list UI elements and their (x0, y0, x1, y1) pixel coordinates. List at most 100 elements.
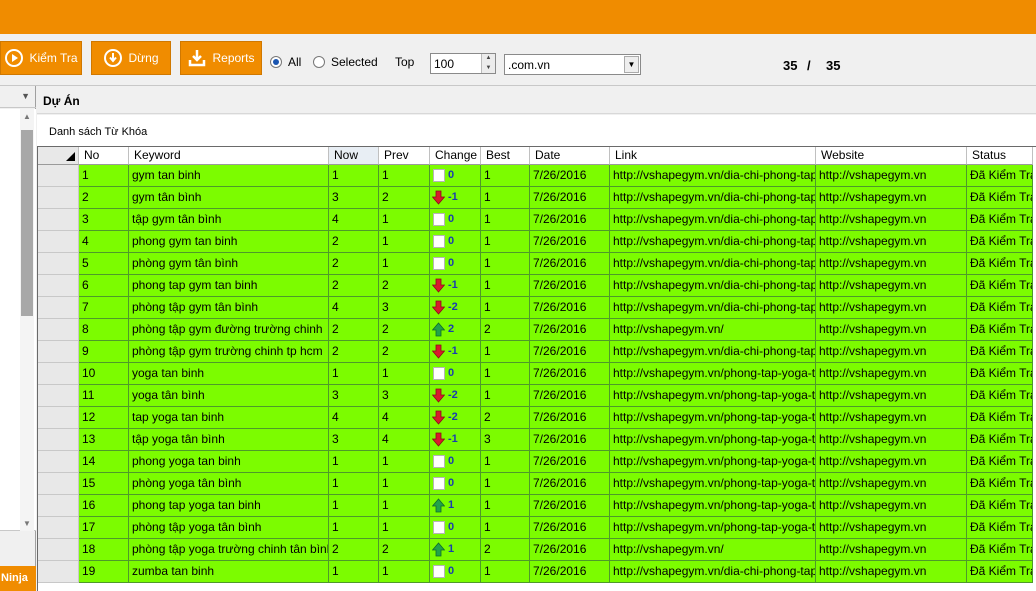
row-selector[interactable] (38, 473, 79, 495)
scroll-up-icon[interactable]: ▲ (20, 112, 34, 121)
table-row[interactable]: 5 phòng gym tân bình 2 1 0 1 7/26/2016 http://v… (38, 253, 1036, 275)
cell-keyword: phòng tập yoga tân bình (129, 517, 329, 539)
scroll-down-icon[interactable]: ▼ (20, 519, 34, 528)
column-header-prev[interactable]: Prev (379, 147, 430, 165)
table-row[interactable]: 4 phong gym tan binh 2 1 0 1 7/26/2016 http://v… (38, 231, 1036, 253)
cell-no: 4 (79, 231, 129, 253)
row-selector[interactable] (38, 253, 79, 275)
row-selector[interactable] (38, 231, 79, 253)
cell-best: 1 (481, 253, 530, 275)
column-header-keyword[interactable]: Keyword (129, 147, 329, 165)
table-row[interactable]: 8 phòng tập gym đường trường chinh 2 2 2 2 7/2… (38, 319, 1036, 341)
column-header-website[interactable]: Website (816, 147, 967, 165)
table-row[interactable]: 9 phòng tập gym trường chinh tp hcm 2 2 -1 1 7… (38, 341, 1036, 363)
dung-button[interactable]: Dừng (91, 41, 171, 75)
cell-change: 0 (430, 473, 481, 495)
change-value: 2 (448, 323, 455, 335)
counter-current: 35 (783, 58, 798, 73)
scrollbar-thumb[interactable] (21, 130, 33, 316)
column-header-status[interactable]: Status (967, 147, 1033, 165)
table-row[interactable]: 18 phòng tập yoga trường chinh tân bình 2 2… (38, 539, 1036, 561)
row-selector[interactable] (38, 165, 79, 187)
row-selector[interactable] (38, 429, 79, 451)
row-selector[interactable] (38, 495, 79, 517)
row-selector[interactable] (38, 363, 79, 385)
table-row[interactable]: 6 phong tap gym tan binh 2 2 -1 1 7/26/2016 htt… (38, 275, 1036, 297)
change-value: 0 (448, 213, 455, 225)
row-selector[interactable] (38, 451, 79, 473)
row-selector[interactable] (38, 517, 79, 539)
table-row[interactable]: 10 yoga tan binh 1 1 0 1 7/26/2016 http://vshap… (38, 363, 1036, 385)
row-selector[interactable] (38, 385, 79, 407)
cell-now: 2 (329, 539, 379, 561)
stepper-arrows[interactable]: ▲ ▼ (481, 54, 495, 73)
radio-all-dot[interactable] (270, 56, 282, 68)
cell-no: 6 (79, 275, 129, 297)
reports-label: Reports (212, 51, 255, 65)
row-selector[interactable] (38, 561, 79, 583)
keyword-grid[interactable]: No Keyword Now Prev Change Best Date Link Websit… (37, 146, 1036, 591)
table-row[interactable]: 11 yoga tân bình 3 3 -2 1 7/26/2016 http://vsha… (38, 385, 1036, 407)
table-row[interactable]: 14 phong yoga tan binh 1 1 0 1 7/26/2016 http:/… (38, 451, 1036, 473)
chevron-down-icon[interactable]: ▼ (624, 56, 639, 73)
row-selector[interactable] (38, 187, 79, 209)
kiem-tra-button[interactable]: Kiểm Tra (0, 41, 82, 75)
column-header-link[interactable]: Link (610, 147, 816, 165)
table-row[interactable]: 2 gym tân bình 3 2 -1 1 7/26/2016 http://vshape… (38, 187, 1036, 209)
row-selector[interactable] (38, 209, 79, 231)
table-row[interactable]: 13 tập yoga tân bình 3 4 -1 3 7/26/2016 http://… (38, 429, 1036, 451)
row-selector[interactable] (38, 319, 79, 341)
cell-link: http://vshapegym.vn/dia-chi-phong-tap-..… (610, 275, 816, 297)
table-row[interactable]: 19 zumba tan binh 1 1 0 1 7/26/2016 http://vsha… (38, 561, 1036, 583)
select-all-cell[interactable] (38, 147, 79, 165)
column-header-change[interactable]: Change (430, 147, 481, 165)
table-row[interactable]: 7 phòng tập gym tân bình 4 3 -2 1 7/26/2016 htt… (38, 297, 1036, 319)
cell-keyword: phòng tập yoga trường chinh tân bình (129, 539, 329, 561)
table-row[interactable]: 15 phòng yoga tân bình 1 1 0 1 7/26/2016 http:/… (38, 473, 1036, 495)
radio-all[interactable]: All (270, 55, 301, 69)
column-header-now[interactable]: Now (329, 147, 379, 165)
left-panel-header[interactable]: ▼ (0, 86, 36, 108)
cell-best: 1 (481, 297, 530, 319)
project-list-scrollbar[interactable]: ▲ ▼ (20, 109, 34, 531)
arrow-down-icon (432, 278, 445, 293)
top-input[interactable] (431, 54, 481, 73)
chevron-down-icon[interactable]: ▼ (21, 91, 30, 101)
column-header-best[interactable]: Best (481, 147, 530, 165)
blank-box (432, 257, 445, 270)
radio-selected-dot[interactable] (313, 56, 325, 68)
cell-status: Đã Kiểm Tra (967, 407, 1033, 429)
column-header-date[interactable]: Date (530, 147, 610, 165)
cell-website: http://vshapegym.vn (816, 253, 967, 275)
row-selector[interactable] (38, 275, 79, 297)
column-header-no[interactable]: No (79, 147, 129, 165)
cell-best: 2 (481, 539, 530, 561)
cell-no: 13 (79, 429, 129, 451)
cell-status: Đã Kiểm Tra (967, 231, 1033, 253)
cell-website: http://vshapegym.vn (816, 495, 967, 517)
table-row[interactable]: 17 phòng tập yoga tân bình 1 1 0 1 7/26/2016 ht… (38, 517, 1036, 539)
row-selector[interactable] (38, 407, 79, 429)
table-row[interactable]: 16 phong tap yoga tan binh 1 1 1 1 7/26/2016 ht… (38, 495, 1036, 517)
cell-link: http://vshapegym.vn/ (610, 319, 816, 341)
domain-select[interactable]: .com.vn ▼ (504, 54, 641, 75)
radio-selected[interactable]: Selected (313, 55, 378, 69)
cell-date: 7/26/2016 (530, 231, 610, 253)
top-stepper[interactable]: ▲ ▼ (430, 53, 496, 74)
table-row[interactable]: 1 gym tan binh 1 1 0 1 7/26/2016 http://vshapeg… (38, 165, 1036, 187)
cell-prev: 2 (379, 275, 430, 297)
cell-link: http://vshapegym.vn/phong-tap-yoga-ta-..… (610, 385, 816, 407)
row-selector[interactable] (38, 539, 79, 561)
cell-best: 1 (481, 275, 530, 297)
reports-button[interactable]: Reports (180, 41, 262, 75)
row-selector[interactable] (38, 297, 79, 319)
table-row[interactable]: 12 tap yoga tan binh 4 4 -2 2 7/26/2016 http://… (38, 407, 1036, 429)
cell-change: -2 (430, 385, 481, 407)
stepper-down-icon[interactable]: ▼ (482, 63, 495, 73)
table-row[interactable]: 3 tập gym tân bình 4 1 0 1 7/26/2016 http://vsh… (38, 209, 1036, 231)
stepper-up-icon[interactable]: ▲ (482, 54, 495, 64)
project-list[interactable]: ▲ ▼ (0, 109, 36, 531)
cell-website: http://vshapegym.vn (816, 319, 967, 341)
row-selector[interactable] (38, 341, 79, 363)
cell-best: 3 (481, 429, 530, 451)
